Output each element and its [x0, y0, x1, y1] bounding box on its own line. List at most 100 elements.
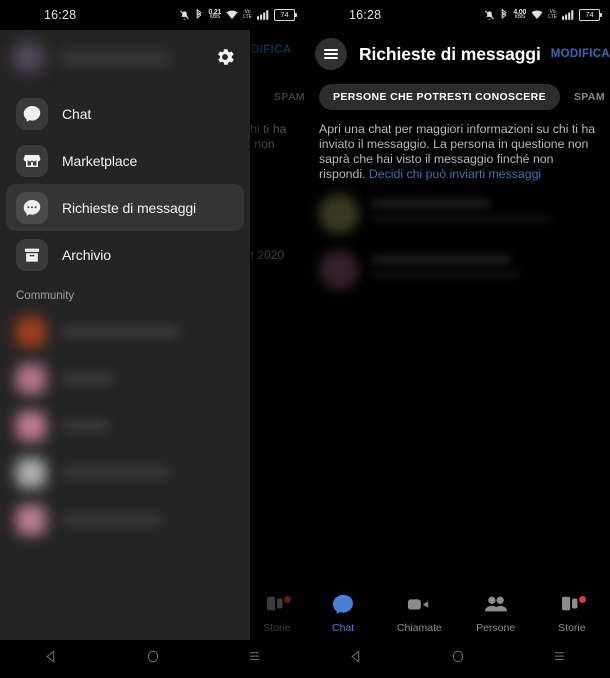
signal-icon — [257, 10, 269, 20]
edit-button[interactable]: MODIFICA — [551, 48, 610, 60]
hamburger-menu-button[interactable] — [315, 38, 347, 70]
community-name — [62, 467, 170, 478]
list-item[interactable] — [0, 402, 250, 449]
community-name — [62, 514, 162, 525]
archive-box-icon — [16, 238, 48, 271]
battery-icon: 74 — [579, 9, 602, 21]
android-nav-bar-left — [0, 640, 305, 678]
recents-icon[interactable] — [247, 649, 262, 669]
status-bar-right: 16:28 4.00 KB/S Vo LTE 74 — [305, 0, 610, 30]
network-speed-icon: 4.00 KB/S — [513, 8, 527, 20]
bottom-nav-label: Storie — [558, 622, 586, 634]
bottom-nav-label: Chiamate — [396, 622, 442, 634]
message-requests-icon — [16, 191, 48, 224]
sidebar-item-label: Richieste di messaggi — [62, 199, 197, 216]
navigation-drawer: Chat Marketplace Richieste di messaggi A… — [0, 30, 250, 640]
list-item-preview — [371, 271, 521, 278]
community-list — [0, 308, 250, 543]
android-nav-bar-right — [305, 640, 610, 678]
bottom-nav-item-chat[interactable]: Chat — [305, 594, 381, 634]
status-time: 16:28 — [44, 8, 77, 22]
avatar — [16, 363, 46, 394]
tab-persone-che-potresti-conoscere[interactable]: PERSONE CHE POTRESTI CONOSCERE — [319, 84, 560, 110]
bluetooth-icon — [500, 9, 508, 21]
list-item-preview — [371, 215, 551, 222]
sidebar-item-label: Chat — [62, 105, 92, 122]
list-item-name — [371, 255, 511, 264]
list-item[interactable] — [0, 449, 250, 496]
people-icon — [484, 594, 508, 619]
wifi-icon — [226, 10, 238, 20]
app-header: Richieste di messaggi MODIFICA — [305, 30, 610, 78]
list-item-text — [371, 255, 596, 285]
home-circle-icon[interactable] — [451, 649, 465, 669]
hamburger-line — [324, 53, 338, 55]
sidebar-item-chat[interactable]: Chat — [6, 90, 244, 137]
battery-icon: 74 — [274, 9, 297, 21]
list-item[interactable] — [305, 242, 610, 298]
message-requests-list — [305, 186, 610, 298]
avatar — [16, 316, 46, 347]
avatar — [16, 504, 46, 535]
status-time: 16:28 — [349, 8, 382, 22]
recents-icon[interactable] — [552, 649, 567, 669]
list-item[interactable] — [0, 496, 250, 543]
page-title: Richieste di messaggi — [359, 43, 541, 64]
list-item[interactable] — [0, 308, 250, 355]
signal-icon — [562, 10, 574, 20]
bottom-navigation: Chat Chiamate Persone Storie — [305, 588, 610, 640]
hamburger-line — [324, 56, 338, 59]
community-name — [62, 420, 110, 431]
drawer-menu: Chat Marketplace Richieste di messaggi A… — [0, 86, 250, 278]
bluetooth-icon — [195, 9, 203, 21]
chat-bubble-icon — [332, 594, 354, 619]
tab-spam[interactable]: SPAM — [574, 91, 605, 103]
list-item[interactable] — [0, 355, 250, 402]
community-name — [62, 326, 180, 337]
info-link[interactable]: Decidi chi può inviarti messaggi — [369, 167, 541, 181]
bottom-nav-item-chiamate[interactable]: Chiamate — [381, 594, 457, 634]
storefront-icon — [16, 144, 48, 177]
video-camera-icon — [407, 594, 431, 619]
avatar — [16, 410, 46, 441]
home-circle-icon[interactable] — [146, 649, 160, 669]
avatar — [16, 457, 46, 488]
sidebar-item-archivio[interactable]: Archivio — [6, 231, 244, 278]
bottom-nav-item-persone[interactable]: Persone — [458, 594, 534, 634]
sidebar-item-label: Archivio — [62, 246, 111, 263]
section-title-community: Community — [16, 290, 75, 302]
wifi-icon — [531, 10, 543, 20]
community-name — [62, 373, 114, 384]
gear-icon[interactable] — [214, 46, 236, 73]
mute-icon — [179, 10, 190, 21]
status-icons: 0.21 KB/S Vo LTE 74 — [179, 8, 297, 21]
notification-badge — [578, 596, 586, 603]
status-icons: 4.00 KB/S Vo LTE 74 — [484, 8, 602, 21]
avatar[interactable] — [12, 41, 46, 75]
drawer-scrim[interactable] — [250, 30, 305, 640]
info-description: Apri una chat per maggiori informazioni … — [319, 122, 599, 182]
avatar — [319, 194, 359, 234]
bottom-nav-label: Chat — [332, 622, 355, 634]
phone-screenshot: 16:28 0.21 KB/S Vo LTE 74 16:28 4.00 KB/… — [0, 0, 610, 678]
volte-icon: Vo LTE — [548, 9, 557, 20]
network-speed-icon: 0.21 KB/S — [208, 8, 222, 20]
bottom-nav-item-storie[interactable]: Storie — [534, 594, 610, 634]
sidebar-item-label: Marketplace — [62, 152, 138, 169]
bottom-nav-label: Persone — [476, 622, 516, 634]
sidebar-item-marketplace[interactable]: Marketplace — [6, 137, 244, 184]
back-triangle-icon[interactable] — [44, 649, 59, 669]
list-item-text — [371, 199, 596, 229]
right-phone-panel: 16:28 4.00 KB/S Vo LTE 74 Richieste di m… — [305, 0, 610, 678]
status-bar-left: 16:28 0.21 KB/S Vo LTE 74 — [0, 0, 305, 30]
sidebar-item-richieste-di-messaggi[interactable]: Richieste di messaggi — [6, 184, 244, 231]
volte-icon: Vo LTE — [243, 9, 252, 20]
drawer-profile-header[interactable] — [0, 30, 250, 86]
list-item[interactable] — [305, 186, 610, 242]
filter-tabs: PERSONE CHE POTRESTI CONOSCERE SPAM — [305, 82, 610, 112]
back-triangle-icon[interactable] — [349, 649, 364, 669]
list-item-name — [371, 199, 491, 208]
hamburger-line — [324, 49, 338, 52]
chat-bubble-icon — [16, 97, 48, 130]
avatar — [319, 250, 359, 290]
